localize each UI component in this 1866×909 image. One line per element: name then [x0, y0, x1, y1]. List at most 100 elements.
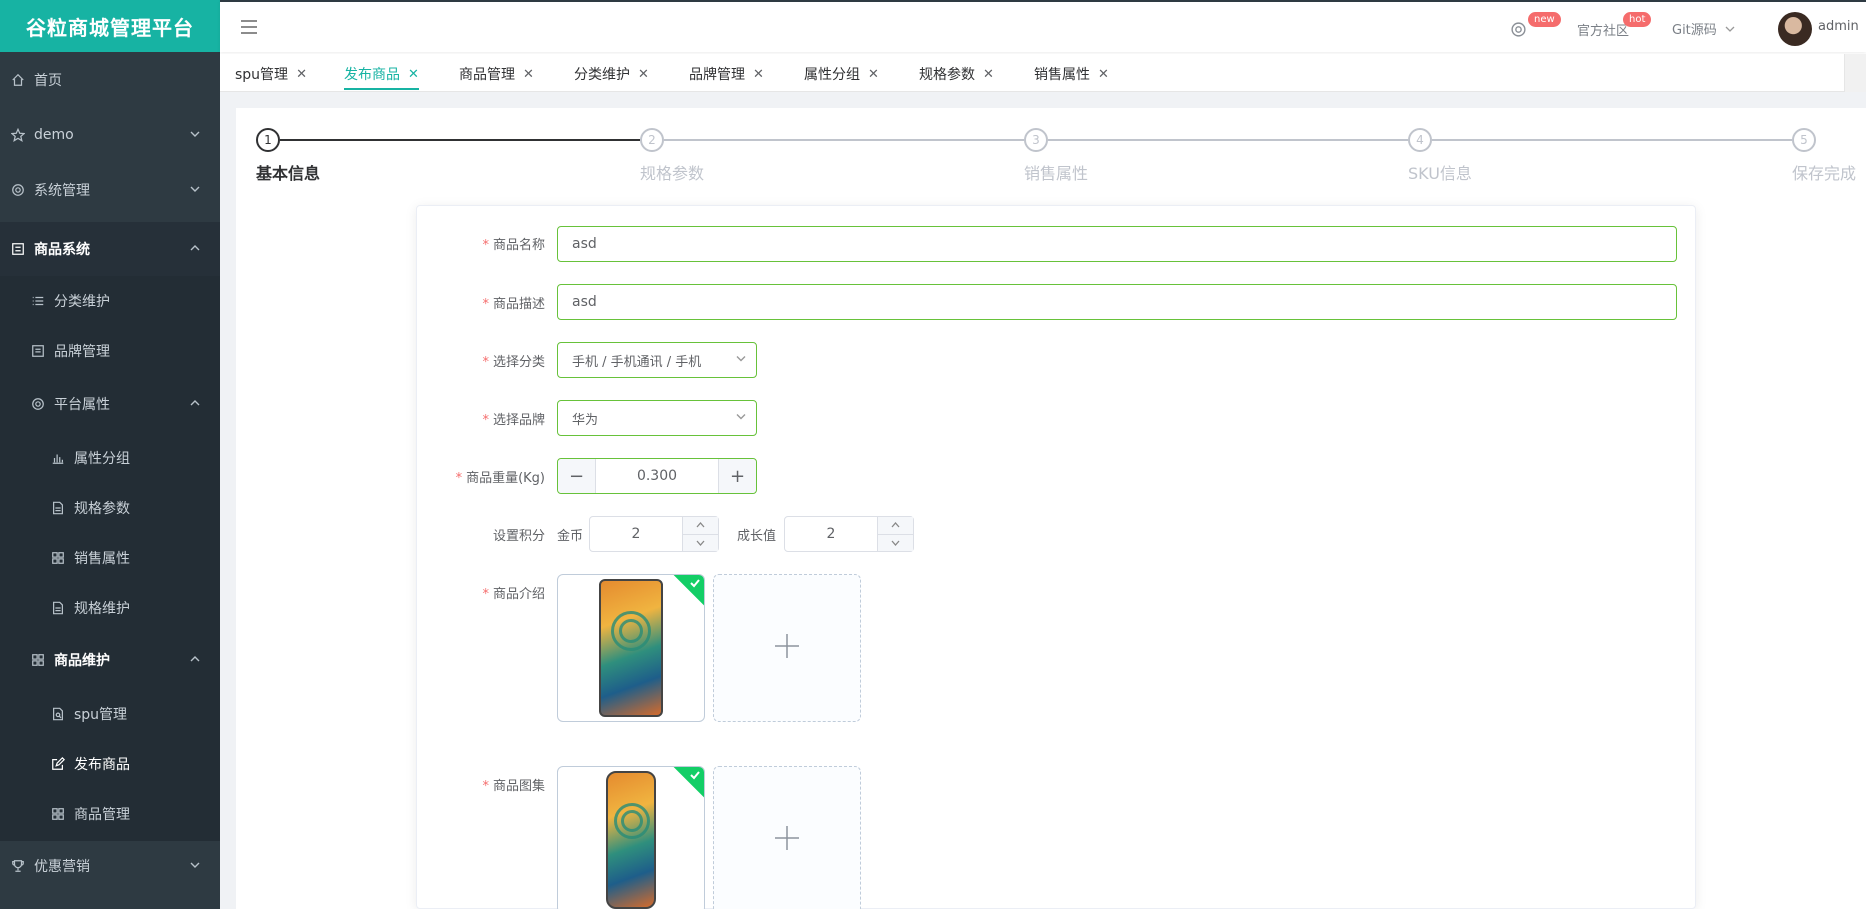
sidebar-item-label: demo — [34, 127, 74, 143]
user-name[interactable]: admin — [1818, 19, 1859, 34]
sidebar-item-sale-attr[interactable]: 销售属性 — [0, 537, 220, 579]
grid-icon — [50, 550, 66, 566]
tab-attr-group[interactable]: 属性分组 ✕ — [804, 62, 879, 86]
intro-image-thumbnail[interactable] — [557, 574, 705, 722]
tab-product-manage[interactable]: 商品管理 ✕ — [459, 62, 534, 86]
step-3-number: 3 — [1024, 128, 1048, 152]
sidebar-item-spu[interactable]: spu管理 — [0, 693, 220, 735]
list-box-icon — [10, 241, 26, 257]
sidebar-item-label: 商品管理 — [74, 807, 130, 823]
gold-number-input[interactable]: 2 — [589, 516, 719, 552]
badge-new: new — [1528, 12, 1561, 27]
close-icon[interactable]: ✕ — [638, 67, 649, 82]
intro-label: * 商品介绍 — [482, 587, 545, 602]
chevron-down-icon — [190, 127, 200, 143]
sidebar-item-platform-attr[interactable]: 平台属性 — [0, 381, 220, 427]
chevron-down-icon — [190, 858, 200, 874]
growth-number-input[interactable]: 2 — [784, 516, 914, 552]
sidebar-item-category[interactable]: 分类维护 — [0, 280, 220, 322]
sidebar-item-brand[interactable]: 品牌管理 — [0, 330, 220, 372]
sidebar-item-demo[interactable]: demo — [0, 113, 220, 157]
sidebar-item-label: 分类维护 — [54, 294, 110, 310]
sidebar-item-label: 品牌管理 — [54, 344, 110, 360]
brand-select[interactable]: 华为 — [557, 400, 757, 436]
chevron-down-icon[interactable] — [878, 535, 913, 552]
app-logo[interactable]: 谷粒商城管理平台 — [0, 0, 220, 52]
chevron-up-icon[interactable] — [878, 517, 913, 535]
phone-image — [599, 579, 663, 717]
chevron-up-icon — [190, 241, 200, 257]
growth-value[interactable]: 2 — [785, 517, 877, 551]
chevron-down-icon[interactable] — [683, 535, 718, 552]
brand-label: * 选择品牌 — [482, 413, 545, 428]
step-2-title: 规格参数 — [640, 164, 705, 183]
sidebar-item-publish[interactable]: 发布商品 — [0, 743, 220, 785]
sidebar-item-product-system[interactable]: 商品系统 — [0, 222, 220, 276]
increment-button[interactable]: + — [718, 459, 756, 493]
intro-upload-add-button[interactable] — [713, 574, 861, 722]
home-icon — [10, 72, 26, 88]
sidebar-item-label: 销售属性 — [74, 551, 130, 567]
step-1-number: 1 — [256, 128, 280, 152]
tab-bar: spu管理 ✕ 发布商品 ✕ 商品管理 ✕ 分类维护 ✕ 品牌管理 ✕ 属性分组 ✕ 规格参… — [220, 54, 1844, 92]
weight-label: * 商品重量(Kg) — [455, 471, 545, 486]
decrement-button[interactable]: − — [558, 459, 596, 493]
step-4-number: 4 — [1408, 128, 1432, 152]
sidebar-item-product-manage[interactable]: 商品管理 — [0, 793, 220, 835]
community-link[interactable]: 官方社区 — [1577, 20, 1629, 39]
step-5-title: 保存完成 — [1792, 164, 1857, 183]
file-icon — [50, 600, 66, 616]
gold-spin-controls — [682, 517, 718, 551]
step-connector — [280, 139, 640, 141]
tab-spec-params[interactable]: 规格参数 ✕ — [919, 62, 994, 86]
close-icon[interactable]: ✕ — [408, 67, 419, 82]
tab-publish[interactable]: 发布商品 ✕ — [344, 62, 419, 90]
tab-spu[interactable]: spu管理 ✕ — [235, 62, 307, 86]
close-icon[interactable]: ✕ — [296, 67, 307, 82]
close-icon[interactable]: ✕ — [1098, 67, 1109, 82]
category-cascader[interactable]: 手机 / 手机通讯 / 手机 — [557, 342, 757, 378]
sidebar-item-label: 规格参数 — [74, 501, 130, 517]
sidebar-item-spec-params[interactable]: 规格参数 — [0, 487, 220, 529]
bar-chart-icon — [50, 450, 66, 466]
close-icon[interactable]: ✕ — [753, 67, 764, 82]
weight-stepper[interactable]: − 0.300 + — [557, 458, 757, 494]
sidebar-item-marketing[interactable]: 优惠营销 — [0, 843, 220, 889]
sidebar-item-label: 商品维护 — [54, 653, 110, 669]
tab-brand[interactable]: 品牌管理 ✕ — [689, 62, 764, 86]
tab-category[interactable]: 分类维护 ✕ — [574, 62, 649, 86]
tab-label: 规格参数 — [919, 67, 975, 83]
top-header: new 官方社区 hot Git源码 admin — [220, 0, 1866, 52]
close-icon[interactable]: ✕ — [868, 67, 879, 82]
gallery-upload-add-button[interactable] — [713, 766, 861, 909]
step-3-title: 销售属性 — [1024, 164, 1089, 183]
growth-label: 成长值 — [737, 529, 777, 544]
product-name-input[interactable]: asd — [557, 226, 1677, 262]
sidebar-item-attr-group[interactable]: 属性分组 — [0, 437, 220, 479]
grid-icon — [50, 806, 66, 822]
star-icon — [10, 127, 26, 143]
sidebar-item-label: 系统管理 — [34, 183, 90, 199]
sidebar-item-label: 优惠营销 — [34, 859, 90, 875]
tab-scrollbar[interactable] — [1844, 54, 1866, 92]
settings-gear-icon[interactable] — [1510, 21, 1527, 42]
phone-image — [606, 771, 656, 909]
close-icon[interactable]: ✕ — [983, 67, 994, 82]
sidebar-item-product-maintain[interactable]: 商品维护 — [0, 637, 220, 683]
gallery-image-thumbnail[interactable] — [557, 766, 705, 909]
plus-icon — [774, 825, 800, 855]
sidebar-item-spec-maintain[interactable]: 规格维护 — [0, 587, 220, 629]
product-desc-input[interactable]: asd — [557, 284, 1677, 320]
sidebar-item-system[interactable]: 系统管理 — [0, 168, 220, 212]
avatar[interactable] — [1778, 12, 1812, 46]
sidebar-item-label: 平台属性 — [54, 397, 110, 413]
gold-value[interactable]: 2 — [590, 517, 682, 551]
hamburger-menu-icon[interactable] — [240, 19, 258, 39]
category-value: 手机 / 手机通讯 / 手机 — [572, 354, 702, 370]
close-icon[interactable]: ✕ — [523, 67, 534, 82]
sidebar-item-home[interactable]: 首页 — [0, 58, 220, 102]
tab-sale-attr[interactable]: 销售属性 ✕ — [1034, 62, 1109, 86]
weight-value[interactable]: 0.300 — [596, 459, 718, 493]
git-source-dropdown[interactable]: Git源码 — [1672, 19, 1735, 38]
chevron-up-icon[interactable] — [683, 517, 718, 535]
